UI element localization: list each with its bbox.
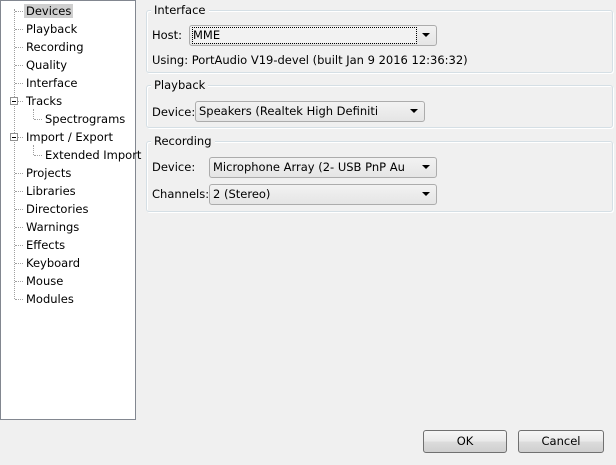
- tree-item-mouse[interactable]: Mouse: [24, 272, 65, 290]
- interface-group-title: Interface: [151, 3, 209, 17]
- playback-device-label: Device:: [152, 105, 196, 119]
- tree-item-libraries[interactable]: Libraries: [24, 182, 78, 200]
- chevron-down-icon: [422, 33, 430, 37]
- tree-tracks-line: [33, 109, 34, 119]
- cancel-button[interactable]: Cancel: [518, 430, 604, 453]
- host-dropdown[interactable]: MME: [189, 25, 437, 46]
- tree-item-warnings[interactable]: Warnings: [24, 218, 81, 236]
- tree-root-line: [14, 9, 15, 299]
- playback-device-dropdown[interactable]: Speakers (Realtek High Definiti: [195, 101, 425, 122]
- tree-item-modules[interactable]: Modules: [24, 290, 76, 308]
- tree-item-tracks[interactable]: Tracks: [24, 92, 64, 110]
- tree-item-spectrograms[interactable]: Spectrograms: [43, 110, 127, 128]
- tree-item-effects[interactable]: Effects: [24, 236, 67, 254]
- recording-group-title: Recording: [151, 134, 215, 148]
- recording-device-label: Device:: [152, 160, 196, 174]
- channels-value: 2 (Stereo): [213, 187, 271, 201]
- chevron-down-icon: [422, 192, 430, 196]
- tree-item-import-export[interactable]: Import / Export: [24, 128, 115, 146]
- ok-button[interactable]: OK: [423, 430, 507, 453]
- preferences-category-tree[interactable]: Devices Playback Recording Quality Inter…: [0, 0, 141, 420]
- channels-dropdown[interactable]: 2 (Stereo): [209, 184, 437, 205]
- playback-group-title: Playback: [151, 78, 209, 92]
- host-value: MME: [192, 27, 417, 44]
- tree-item-extended-import[interactable]: Extended Import: [43, 146, 143, 164]
- tree-item-interface[interactable]: Interface: [24, 74, 80, 92]
- tree-item-projects[interactable]: Projects: [24, 164, 73, 182]
- playback-device-value: Speakers (Realtek High Definiti: [199, 104, 379, 118]
- recording-device-value: Microphone Array (2- USB PnP Au: [213, 160, 405, 174]
- portaudio-version-text: Using: PortAudio V19-devel (built Jan 9 …: [152, 53, 468, 67]
- chevron-down-icon: [410, 109, 418, 113]
- tree-item-playback[interactable]: Playback: [24, 20, 79, 38]
- recording-group: Recording Device: Microphone Array (2- U…: [146, 134, 613, 212]
- tree-item-quality[interactable]: Quality: [24, 56, 69, 74]
- collapse-tracks-icon[interactable]: [10, 97, 18, 105]
- playback-group: Playback Device: Speakers (Realtek High …: [146, 78, 613, 128]
- interface-group: Interface Host: MME Using: PortAudio V19…: [146, 3, 613, 73]
- tree-item-directories[interactable]: Directories: [24, 200, 90, 218]
- tree-item-devices[interactable]: Devices: [24, 2, 74, 20]
- collapse-import-export-icon[interactable]: [10, 133, 18, 141]
- recording-device-dropdown[interactable]: Microphone Array (2- USB PnP Au: [209, 157, 437, 178]
- chevron-down-icon: [422, 165, 430, 169]
- channels-label: Channels:: [152, 187, 210, 201]
- tree-item-recording[interactable]: Recording: [24, 38, 86, 56]
- host-label: Host:: [152, 28, 183, 42]
- tree-item-keyboard[interactable]: Keyboard: [24, 254, 82, 272]
- tree-import-line: [33, 145, 34, 155]
